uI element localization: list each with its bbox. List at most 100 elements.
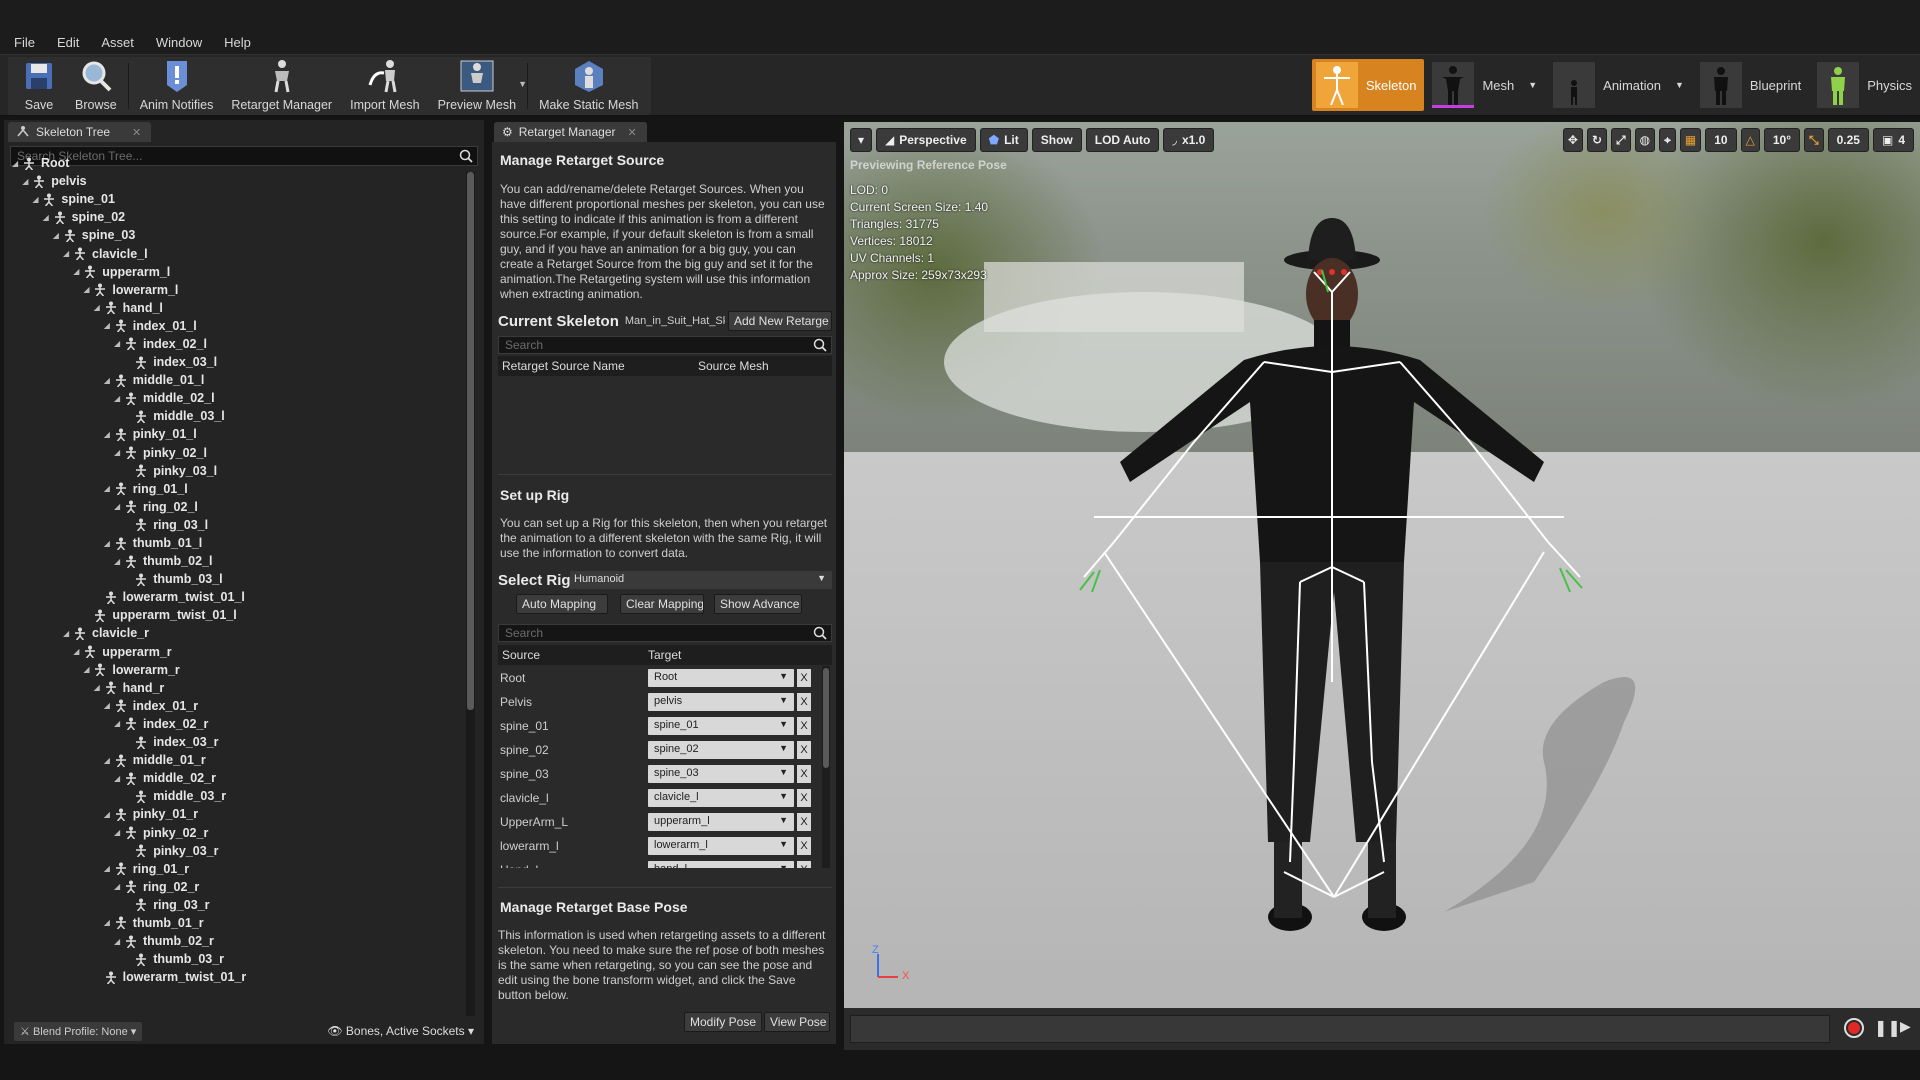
bone-row[interactable]: ◢ ring_02_r <box>12 878 468 896</box>
mode-blueprint-button[interactable]: Blueprint <box>1696 59 1809 111</box>
expand-arrow-icon[interactable]: ◢ <box>114 882 124 891</box>
expand-arrow-icon[interactable]: ◢ <box>104 810 114 819</box>
bone-row[interactable]: pinky_03_r <box>12 842 468 860</box>
import-mesh-button[interactable]: Import Mesh <box>341 57 428 115</box>
step-forward-button[interactable]: ▶ <box>1900 1018 1911 1035</box>
bone-row[interactable]: ◢ middle_02_r <box>12 769 468 787</box>
bone-row[interactable]: upperarm_twist_01_l <box>12 606 468 624</box>
expand-arrow-icon[interactable]: ◢ <box>43 213 53 222</box>
mapping-target-dropdown[interactable]: spine_03 ▼ <box>648 765 794 783</box>
bone-row[interactable]: ◢ hand_r <box>12 679 468 697</box>
bone-row[interactable]: ◢ thumb_02_r <box>12 932 468 950</box>
grid-snap-value[interactable]: 10 <box>1705 128 1737 152</box>
skeleton-tree-scrollbar[interactable] <box>466 172 475 1016</box>
expand-arrow-icon[interactable]: ◢ <box>104 430 114 439</box>
mode-physics-button[interactable]: Physics <box>1813 59 1920 111</box>
world-space-button[interactable]: ◍ <box>1634 128 1656 152</box>
preview-mesh-button[interactable]: Preview Mesh ▼ <box>429 57 527 115</box>
col-retarget-source-name[interactable]: Retarget Source Name <box>498 359 698 373</box>
clear-mapping-x-button[interactable]: X <box>797 741 811 759</box>
auto-mapping-button[interactable]: Auto Mapping <box>516 594 608 614</box>
expand-arrow-icon[interactable]: ◢ <box>73 647 83 656</box>
mapping-target-dropdown[interactable]: lowerarm_l ▼ <box>648 837 794 855</box>
scale-snap-toggle[interactable]: ⤡ <box>1804 128 1824 152</box>
expand-arrow-icon[interactable]: ◢ <box>114 394 124 403</box>
clear-mapping-x-button[interactable]: X <box>797 669 811 687</box>
modify-pose-button[interactable]: Modify Pose <box>684 1012 762 1032</box>
mapping-target-dropdown[interactable]: hand_l ▼ <box>648 861 794 868</box>
bone-row[interactable]: ◢ clavicle_l <box>12 244 468 262</box>
pause-button[interactable]: ❚❚ <box>1874 1018 1901 1038</box>
bone-row[interactable]: ◢ hand_l <box>12 299 468 317</box>
clear-mapping-x-button[interactable]: X <box>797 789 811 807</box>
expand-arrow-icon[interactable]: ◢ <box>114 828 124 837</box>
rotation-snap-toggle[interactable]: △ <box>1740 128 1760 152</box>
mapping-target-dropdown[interactable]: spine_02 ▼ <box>648 741 794 759</box>
bone-row[interactable]: ◢ middle_01_r <box>12 751 468 769</box>
bone-row[interactable]: ◢ pelvis <box>12 172 468 190</box>
expand-arrow-icon[interactable]: ◢ <box>83 665 93 674</box>
bone-row[interactable]: ◢ Root <box>12 154 468 172</box>
scale-mode-button[interactable]: ⤢ <box>1611 128 1631 152</box>
menu-asset[interactable]: Asset <box>101 35 134 50</box>
bone-row[interactable]: ◢ index_02_r <box>12 715 468 733</box>
clear-mapping-x-button[interactable]: X <box>797 717 811 735</box>
bone-row[interactable]: ◢ middle_01_l <box>12 371 468 389</box>
bone-row[interactable]: ◢ index_02_l <box>12 335 468 353</box>
bone-row[interactable]: ◢ index_01_r <box>12 697 468 715</box>
expand-arrow-icon[interactable]: ◢ <box>53 231 63 240</box>
bone-row[interactable]: lowerarm_twist_01_r <box>12 968 468 986</box>
mapping-target-dropdown[interactable]: pelvis ▼ <box>648 693 794 711</box>
select-rig-dropdown[interactable]: Humanoid ▼ <box>570 571 832 589</box>
expand-arrow-icon[interactable]: ◢ <box>104 701 114 710</box>
bone-row[interactable]: pinky_03_l <box>12 462 468 480</box>
mapping-scrollbar[interactable] <box>822 666 830 868</box>
bones-filter-dropdown[interactable]: 👁 Bones, Active Sockets ▾ <box>327 1024 474 1038</box>
record-button[interactable] <box>1844 1018 1864 1038</box>
expand-arrow-icon[interactable]: ◢ <box>104 756 114 765</box>
bone-row[interactable]: ◢ pinky_01_l <box>12 425 468 443</box>
bone-row[interactable]: ◢ pinky_02_l <box>12 444 468 462</box>
menu-edit[interactable]: Edit <box>57 35 79 50</box>
bone-row[interactable]: index_03_r <box>12 733 468 751</box>
menu-help[interactable]: Help <box>224 35 251 50</box>
bone-row[interactable]: ◢ ring_02_l <box>12 498 468 516</box>
clear-mapping-x-button[interactable]: X <box>797 837 811 855</box>
expand-arrow-icon[interactable]: ◢ <box>63 629 73 638</box>
bone-row[interactable]: ◢ clavicle_r <box>12 624 468 642</box>
bone-row[interactable]: ◢ thumb_02_l <box>12 552 468 570</box>
bone-row[interactable]: ◢ ring_01_r <box>12 860 468 878</box>
scrollbar-thumb[interactable] <box>467 172 474 710</box>
bone-row[interactable]: middle_03_l <box>12 407 468 425</box>
clear-mapping-x-button[interactable]: X <box>797 765 811 783</box>
mapping-target-dropdown[interactable]: upperarm_l ▼ <box>648 813 794 831</box>
close-icon[interactable]: ✕ <box>132 126 141 139</box>
expand-arrow-icon[interactable]: ◢ <box>114 937 124 946</box>
scrollbar-thumb[interactable] <box>823 668 829 768</box>
bone-row[interactable]: ◢ lowerarm_r <box>12 661 468 679</box>
bone-row[interactable]: ◢ spine_03 <box>12 226 468 244</box>
bone-row[interactable]: ◢ thumb_01_l <box>12 534 468 552</box>
bone-row[interactable]: ring_03_l <box>12 516 468 534</box>
viewport-options-button[interactable]: ▾ <box>850 128 872 152</box>
expand-arrow-icon[interactable]: ◢ <box>73 267 83 276</box>
bone-row[interactable]: ◢ index_01_l <box>12 317 468 335</box>
expand-arrow-icon[interactable]: ◢ <box>104 484 114 493</box>
blend-profile-dropdown[interactable]: ⚔ Blend Profile: None ▾ <box>14 1021 143 1041</box>
retarget-manager-button[interactable]: Retarget Manager <box>222 57 341 115</box>
view-pose-button[interactable]: View Pose <box>764 1012 830 1032</box>
rotation-snap-value[interactable]: 10° <box>1763 128 1800 152</box>
camera-speed-button[interactable]: ▣ 4 <box>1872 128 1914 152</box>
expand-arrow-icon[interactable]: ◢ <box>114 557 124 566</box>
playback-speed-button[interactable]: ◞ x1.0 <box>1163 128 1215 152</box>
timeline-track[interactable] <box>850 1015 1830 1043</box>
expand-arrow-icon[interactable]: ◢ <box>63 249 73 258</box>
tab-retarget-manager[interactable]: ⚙ Retarget Manager ✕ <box>494 122 647 142</box>
clear-mapping-x-button[interactable]: X <box>797 861 811 868</box>
expand-arrow-icon[interactable]: ◢ <box>104 918 114 927</box>
scale-snap-value[interactable]: 0.25 <box>1827 128 1869 152</box>
close-icon[interactable]: ✕ <box>628 126 637 139</box>
expand-arrow-icon[interactable]: ◢ <box>83 285 93 294</box>
expand-arrow-icon[interactable]: ◢ <box>12 159 22 168</box>
search-icon[interactable] <box>813 626 827 643</box>
